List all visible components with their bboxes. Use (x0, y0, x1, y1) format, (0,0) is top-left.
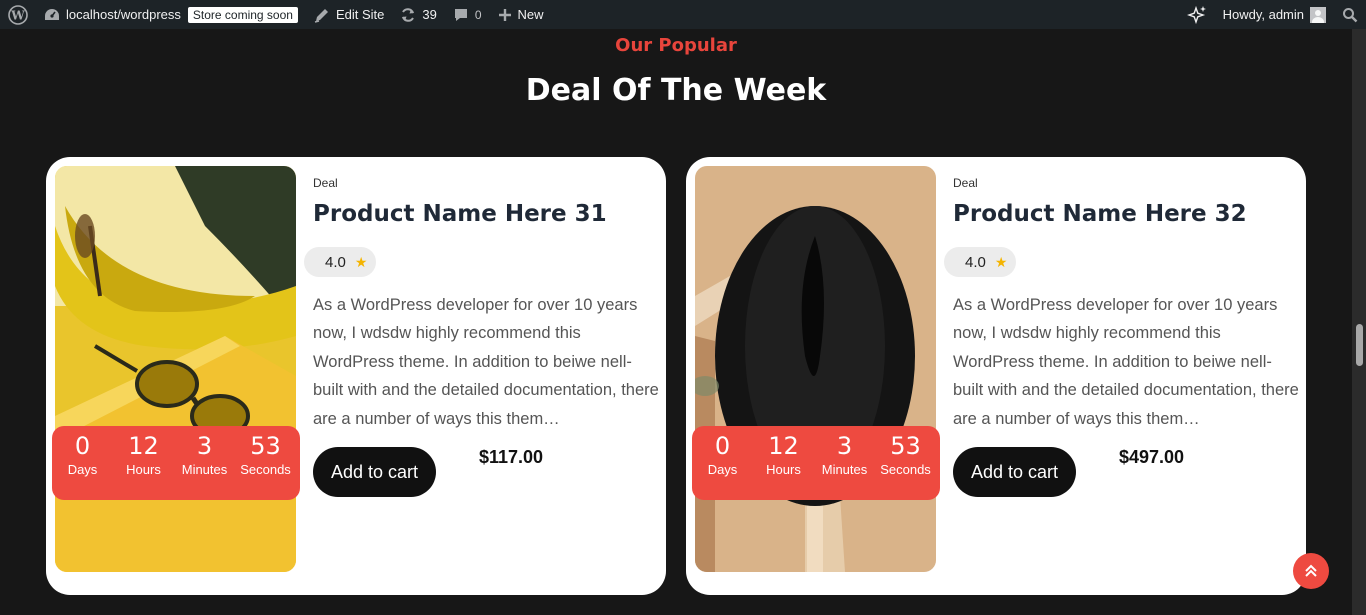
timer-seconds: 53 Seconds (880, 432, 931, 477)
wordpress-logo-icon[interactable]: W (0, 0, 36, 29)
rating-badge: 4.0 ★ (944, 247, 1016, 277)
store-coming-soon-badge[interactable]: Store coming soon (187, 6, 298, 23)
site-name: localhost/wordpress (66, 7, 181, 22)
section-heading: Deal Of The Week (525, 73, 827, 108)
product-name[interactable]: Product Name Here 32 (953, 201, 1247, 227)
product-description: As a WordPress developer for over 10 yea… (313, 296, 659, 428)
admin-bar: W localhost/wordpress Store coming soon … (0, 0, 1366, 29)
timer-seconds: 53 Seconds (240, 432, 291, 477)
product-image[interactable] (695, 166, 936, 572)
timer-minutes: 3 Minutes (821, 432, 868, 477)
section-eyebrow: Our Popular (615, 35, 737, 56)
scroll-to-top-button[interactable] (1293, 553, 1329, 589)
new-content-link[interactable]: New (490, 0, 552, 29)
admin-bar-secondary: Howdy, admin (1179, 0, 1366, 29)
howdy-text: Howdy, admin (1222, 7, 1304, 22)
ai-sparkle-icon[interactable] (1179, 0, 1215, 29)
page-scrollbar[interactable] (1352, 29, 1366, 615)
avatar (1310, 6, 1326, 23)
rating-value: 4.0 (965, 253, 986, 271)
double-chevron-up-icon (1305, 564, 1317, 577)
add-to-cart-button[interactable]: Add to cart (313, 447, 436, 497)
edit-site-label: Edit Site (335, 7, 385, 22)
product-price: $497.00 (1119, 447, 1185, 467)
comment-bubble-icon (454, 8, 467, 21)
pencil-icon (314, 8, 328, 23)
star-icon: ★ (994, 253, 1008, 270)
new-label: New (517, 7, 544, 22)
product-image[interactable] (55, 166, 296, 572)
product-category[interactable]: Deal (953, 176, 978, 190)
plus-icon (498, 8, 511, 21)
edit-site-link[interactable]: Edit Site (306, 0, 392, 29)
rating-value: 4.0 (325, 253, 346, 271)
search-icon[interactable] (1334, 0, 1366, 29)
dashboard-icon (45, 8, 59, 20)
timer-hours: 12 Hours (126, 432, 161, 477)
site-name-link[interactable]: localhost/wordpress Store coming soon (36, 0, 306, 29)
product-card: 0 Days 12 Hours 3 Minutes 53 Seconds Deal Pr… (686, 157, 1306, 595)
add-to-cart-button[interactable]: Add to cart (953, 447, 1076, 497)
product-category[interactable]: Deal (313, 176, 338, 190)
rating-badge: 4.0 ★ (304, 247, 376, 277)
svg-text:W: W (10, 8, 25, 22)
comments-count: 0 (474, 7, 482, 22)
updates-icon (402, 7, 415, 22)
deal-of-the-week-section: Our Popular Deal Of The Week 0 Days 12 H… (0, 29, 1352, 615)
product-card: 0 Days 12 Hours 3 Minutes 53 Seconds Deal Pr… (46, 157, 666, 595)
countdown-timer: 0 Days 12 Hours 3 Minutes 53 Seconds (52, 426, 300, 500)
timer-minutes: 3 Minutes (181, 432, 228, 477)
comments-link[interactable]: 0 (445, 0, 490, 29)
timer-days: 0 Days (67, 432, 98, 477)
updates-link[interactable]: 39 (392, 0, 444, 29)
my-account-link[interactable]: Howdy, admin (1215, 0, 1334, 29)
product-price: $117.00 (479, 447, 544, 467)
scrollbar-thumb[interactable] (1356, 324, 1363, 366)
timer-days: 0 Days (707, 432, 738, 477)
timer-hours: 12 Hours (766, 432, 801, 477)
star-icon: ★ (354, 253, 368, 270)
updates-count: 39 (422, 7, 437, 22)
product-name[interactable]: Product Name Here 31 (313, 201, 607, 227)
product-description: As a WordPress developer for over 10 yea… (953, 296, 1299, 428)
countdown-timer: 0 Days 12 Hours 3 Minutes 53 Seconds (692, 426, 940, 500)
